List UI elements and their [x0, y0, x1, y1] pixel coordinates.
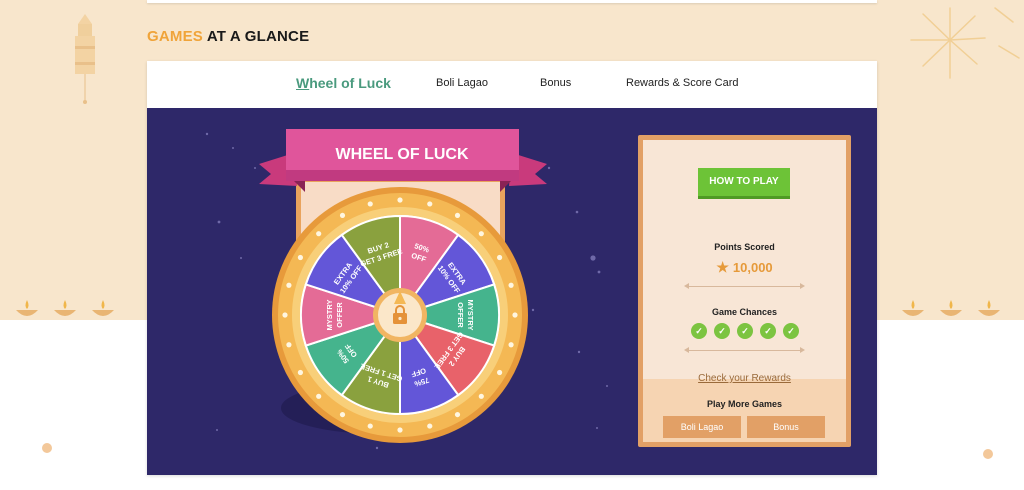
wheel-light	[496, 254, 503, 261]
game-chances: ✓ ✓ ✓ ✓ ✓	[691, 323, 801, 339]
chance-check-icon: ✓	[783, 323, 799, 339]
svg-text:MYSTRY: MYSTRY	[325, 300, 334, 331]
decor-dot	[42, 443, 52, 453]
wheel-light	[367, 201, 373, 207]
wheel-light	[496, 369, 503, 376]
wheel-light	[427, 201, 433, 207]
lantern-icon	[75, 14, 95, 104]
svg-text:MYSTRY: MYSTRY	[466, 300, 475, 331]
tab-bonus[interactable]: Bonus	[540, 77, 571, 89]
chance-check-icon: ✓	[760, 323, 776, 339]
decor-dot	[983, 449, 993, 459]
play-more-label: Play More Games	[706, 399, 783, 409]
chance-check-icon: ✓	[691, 323, 707, 339]
wheel-light	[316, 231, 322, 237]
tab-rewards-score-card[interactable]: Rewards & Score Card	[626, 77, 739, 89]
wheel-light	[282, 312, 288, 318]
divider	[684, 347, 805, 353]
wheel-light	[478, 231, 484, 237]
wheel-segment-label: MYSTRYOFFER	[456, 300, 475, 331]
wheel-banner-title: WHEEL OF LUCK	[335, 146, 468, 163]
wheel-light	[297, 254, 304, 261]
section-title: GAMES AT A GLANCE	[147, 28, 310, 45]
game-tabs: Wheel of Luck Boli Lagao Bonus Rewards &…	[147, 61, 877, 108]
firework-icon	[910, 7, 1020, 79]
play-boli-lagao-button[interactable]: Boli Lagao	[663, 416, 741, 438]
previous-card-edge	[147, 0, 877, 3]
wheel-light	[286, 282, 292, 288]
wheel-light	[508, 342, 514, 348]
wheel-light	[339, 411, 346, 418]
check-rewards-link[interactable]: Check your Rewards	[638, 373, 851, 384]
points-value: ★ 10,000	[716, 259, 773, 275]
score-panel: HOW TO PLAY Points Scored ★ 10,000 Game C…	[638, 135, 851, 447]
wheel-light	[397, 197, 403, 203]
wheel-stage: WHEEL OF LUCK 50% OFF EXTRA 10% OFF MYSTRY OF…	[147, 108, 877, 475]
wheel-light	[427, 423, 433, 429]
how-to-play-button[interactable]: HOW TO PLAY	[698, 168, 790, 199]
tab-wheel-of-luck[interactable]: Wheel of Luck	[296, 75, 391, 91]
divider	[684, 283, 805, 289]
wheel-light	[286, 342, 292, 348]
chance-check-icon: ✓	[737, 323, 753, 339]
diya-icon	[902, 300, 1000, 316]
tab-boli-lagao[interactable]: Boli Lagao	[436, 77, 488, 89]
wheel-light	[316, 393, 322, 399]
wheel-light	[297, 369, 304, 376]
svg-text:OFFER: OFFER	[456, 302, 465, 328]
play-bonus-button[interactable]: Bonus	[747, 416, 825, 438]
game-chances-label: Game Chances	[711, 307, 778, 317]
wheel-light	[478, 393, 484, 399]
games-card: Wheel of Luck Boli Lagao Bonus Rewards &…	[147, 61, 877, 475]
wheel-light	[397, 427, 403, 433]
wheel-light	[367, 423, 373, 429]
diya-icon	[16, 300, 114, 316]
wheel-segment-label: MYSTRYOFFER	[325, 300, 344, 331]
wheel-light	[512, 312, 518, 318]
wheel-light	[454, 411, 461, 418]
wheel-light	[454, 212, 461, 219]
wheel-light	[508, 282, 514, 288]
svg-text:OFFER: OFFER	[335, 302, 344, 328]
points-scored-label: Points Scored	[714, 242, 775, 252]
wheel-light	[339, 212, 346, 219]
chance-check-icon: ✓	[714, 323, 730, 339]
star-icon: ★	[716, 259, 729, 275]
